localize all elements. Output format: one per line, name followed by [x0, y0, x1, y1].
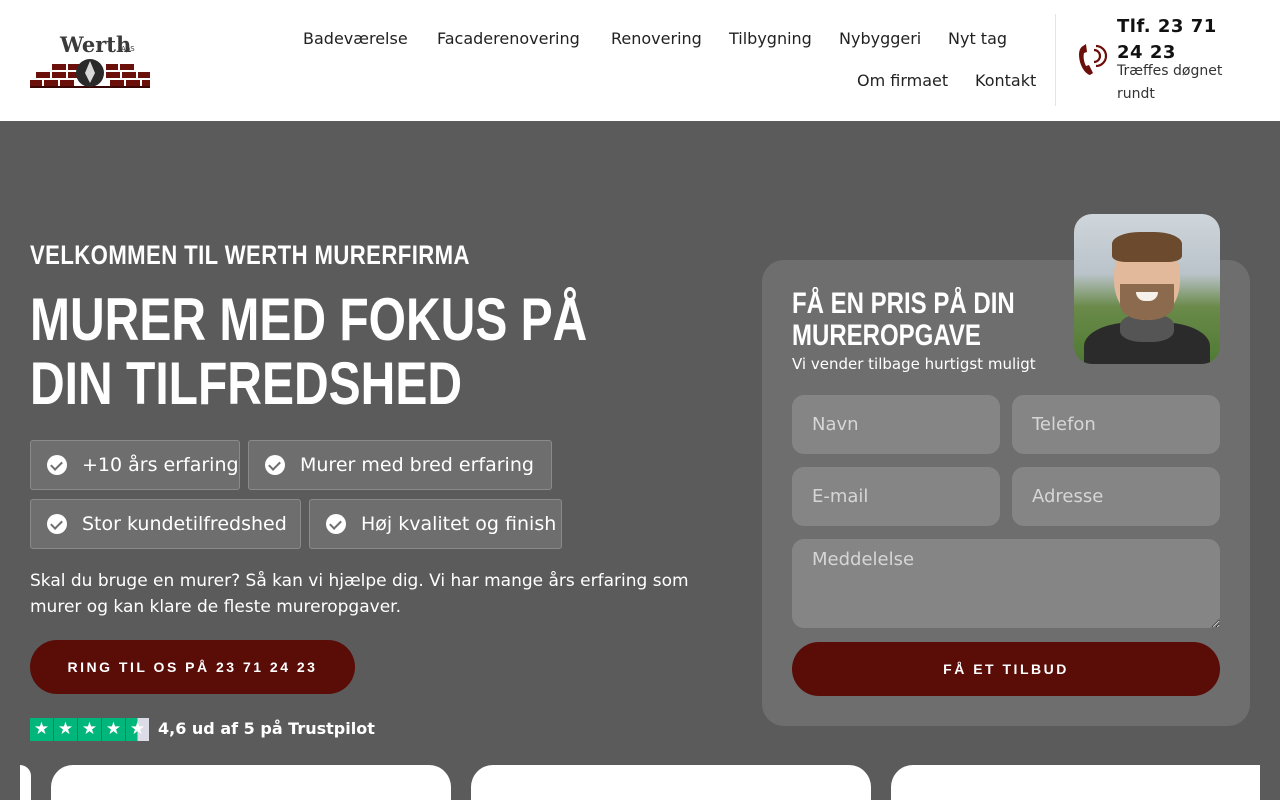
- service-card[interactable]: [20, 765, 31, 800]
- header-phone-number[interactable]: Tlf. 23 71 24 23: [1117, 14, 1247, 66]
- brick-trowel-icon: [30, 59, 150, 88]
- service-card[interactable]: [471, 765, 871, 800]
- feature-label: Murer med bred erfaring: [300, 454, 534, 476]
- feature-label: Stor kundetilfredshed: [82, 513, 287, 535]
- call-us-button[interactable]: RING TIL OS PÅ 23 71 24 23: [30, 640, 355, 694]
- feature-chip: Høj kvalitet og finish: [309, 499, 562, 549]
- hero-title: MURER MED FOKUS PÅ DIN TILFREDSHED: [30, 286, 588, 417]
- site-header: Werth ApS Badeværelse Facaderenovering R…: [0, 0, 1280, 121]
- hero-eyebrow: VELKOMMEN TIL WERTH MURERFIRMA: [30, 240, 470, 270]
- phone-field[interactable]: [1012, 395, 1220, 454]
- nav-item-om-firmaet[interactable]: Om firmaet: [857, 71, 948, 90]
- feature-chip: Murer med bred erfaring: [248, 440, 552, 490]
- nav-item-nyt-tag[interactable]: Nyt tag: [948, 29, 1007, 48]
- email-field[interactable]: [792, 467, 1000, 526]
- nav-item-kontakt[interactable]: Kontakt: [975, 71, 1036, 90]
- feature-chip: Stor kundetilfredshed: [30, 499, 301, 549]
- feature-chip: +10 års erfaring: [30, 440, 240, 490]
- header-phone-availability: Træffes døgnet rundt: [1117, 63, 1223, 102]
- feature-label: Høj kvalitet og finish: [361, 513, 557, 535]
- message-field[interactable]: [792, 539, 1220, 628]
- header-divider: [1055, 14, 1056, 106]
- address-field[interactable]: [1012, 467, 1220, 526]
- check-circle-icon: [326, 514, 346, 534]
- star-icon: ★: [102, 718, 125, 741]
- nav-item-renovering[interactable]: Renovering: [611, 29, 702, 48]
- check-circle-icon: [47, 455, 67, 475]
- get-quote-button[interactable]: FÅ ET TILBUD: [792, 642, 1220, 696]
- nav-item-tilbygning[interactable]: Tilbygning: [729, 29, 812, 48]
- form-title: FÅ EN PRIS PÅ DIN MUREROPGAVE: [792, 287, 1015, 352]
- hero-intro-text: Skal du bruge en murer? Så kan vi hjælpe…: [30, 571, 689, 617]
- contact-person-photo: [1074, 214, 1220, 364]
- star-icon: ★: [78, 718, 101, 741]
- phone-icon[interactable]: [1076, 42, 1108, 78]
- check-circle-icon: [47, 514, 67, 534]
- trustpilot-stars[interactable]: ★ ★ ★ ★ ★: [30, 718, 150, 741]
- nav-item-nybyggeri[interactable]: Nybyggeri: [839, 29, 921, 48]
- trustpilot-rating-text[interactable]: 4,6 ud af 5 på Trustpilot: [158, 719, 375, 738]
- star-half-icon: ★: [126, 718, 149, 741]
- form-subtitle: Vi vender tilbage hurtigst muligt: [792, 355, 1036, 373]
- nav-item-facaderenovering[interactable]: Facaderenovering: [437, 29, 580, 48]
- check-circle-icon: [265, 455, 285, 475]
- nav-item-badevaerelse[interactable]: Badeværelse: [303, 29, 408, 48]
- star-icon: ★: [30, 718, 53, 741]
- main-nav: Badeværelse Facaderenovering Renovering …: [290, 22, 1045, 106]
- service-card[interactable]: [51, 765, 451, 800]
- service-card[interactable]: [891, 765, 1260, 800]
- feature-label: +10 års erfaring: [82, 454, 239, 476]
- star-icon: ★: [54, 718, 77, 741]
- name-field[interactable]: [792, 395, 1000, 454]
- werth-logo[interactable]: Werth ApS: [30, 30, 150, 90]
